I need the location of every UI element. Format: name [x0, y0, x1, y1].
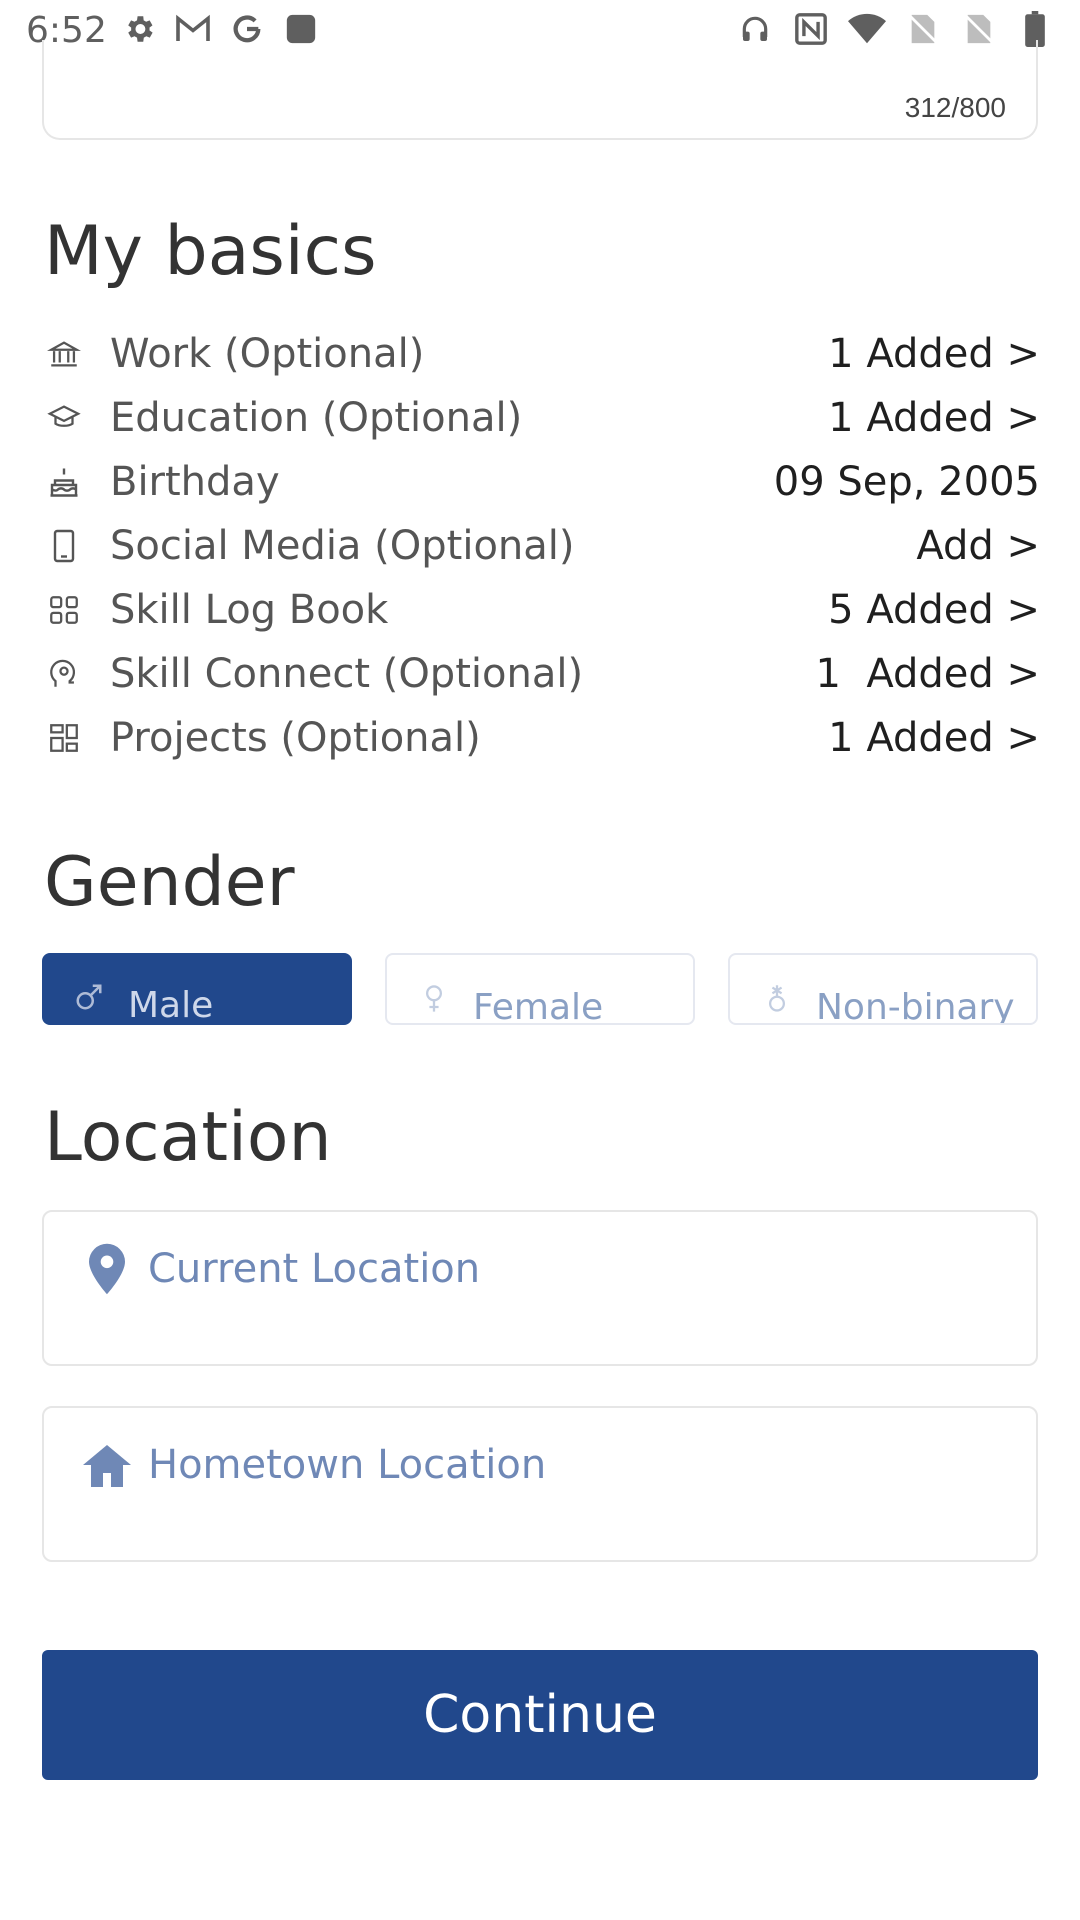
gender-option-female[interactable]: Female: [385, 953, 695, 1025]
projects-icon: [44, 718, 84, 758]
basic-label: Social Media (Optional): [110, 523, 575, 569]
basic-row-work[interactable]: Work (Optional) 1 Added >: [44, 322, 1040, 386]
home-icon: [80, 1438, 134, 1492]
head-bulb-icon: [44, 654, 84, 694]
basic-value: 1 Added >: [828, 715, 1040, 761]
basic-row-projects[interactable]: Projects (Optional) 1 Added >: [44, 706, 1040, 770]
current-location-placeholder: Current Location: [148, 1246, 481, 1292]
grid-icon: [44, 590, 84, 630]
basic-row-birthday[interactable]: Birthday 09 Sep, 2005: [44, 450, 1040, 514]
basic-row-skill-log-book[interactable]: Skill Log Book 5 Added >: [44, 578, 1040, 642]
basic-label: Work (Optional): [110, 331, 425, 377]
graduation-cap-icon: [44, 398, 84, 438]
basic-label: Skill Log Book: [110, 587, 389, 633]
basic-row-social-media[interactable]: Social Media (Optional) Add >: [44, 514, 1040, 578]
location-title: Location: [44, 1098, 332, 1177]
basic-value: 1 Added >: [815, 651, 1040, 697]
hometown-location-field[interactable]: Hometown Location: [42, 1406, 1038, 1562]
gender-label: Non-binary: [816, 987, 1015, 1025]
gender-title: Gender: [44, 843, 295, 922]
basic-value: 09 Sep, 2005: [773, 459, 1040, 505]
gender-label: Male: [128, 985, 214, 1025]
basic-value: 1 Added >: [828, 395, 1040, 441]
hometown-location-placeholder: Hometown Location: [148, 1442, 547, 1488]
basic-value: Add >: [916, 523, 1040, 569]
location-pin-icon: [80, 1242, 134, 1296]
male-icon: [72, 980, 106, 1014]
current-location-field[interactable]: Current Location: [42, 1210, 1038, 1366]
bank-icon: [44, 334, 84, 374]
continue-button[interactable]: Continue: [42, 1650, 1038, 1780]
basic-row-skill-connect[interactable]: Skill Connect (Optional) 1 Added >: [44, 642, 1040, 706]
gender-label: Female: [473, 987, 604, 1025]
character-count: 312/800: [904, 92, 1006, 123]
phone-icon: [44, 526, 84, 566]
basics-list: Work (Optional) 1 Added > Education (Opt…: [44, 322, 1040, 770]
about-textarea[interactable]: 312/800: [42, 40, 1038, 140]
basic-row-education[interactable]: Education (Optional) 1 Added >: [44, 386, 1040, 450]
cake-icon: [44, 462, 84, 502]
basic-label: Skill Connect (Optional): [110, 651, 584, 697]
basic-value: 5 Added >: [828, 587, 1040, 633]
gender-option-nonbinary[interactable]: Non-binary: [728, 953, 1038, 1025]
basics-title: My basics: [44, 212, 377, 291]
female-icon: [417, 982, 451, 1016]
gender-option-male[interactable]: Male: [42, 953, 352, 1025]
basic-label: Birthday: [110, 459, 280, 505]
gender-options: Male Female Non-binary: [42, 953, 1038, 1025]
basic-label: Projects (Optional): [110, 715, 481, 761]
basic-value: 1 Added >: [828, 331, 1040, 377]
nonbinary-icon: [760, 982, 794, 1016]
basic-label: Education (Optional): [110, 395, 523, 441]
